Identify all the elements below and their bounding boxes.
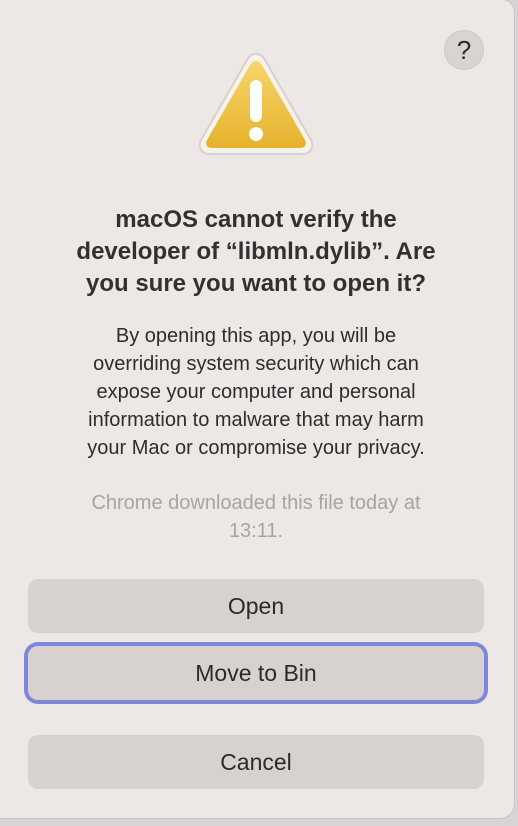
open-button[interactable]: Open (28, 579, 484, 633)
security-alert-dialog: ? macOS cannot verify the developer of “… (0, 0, 514, 818)
move-to-bin-button[interactable]: Move to Bin (28, 646, 484, 700)
warning-triangle-icon (198, 52, 314, 155)
question-mark-icon: ? (456, 34, 472, 65)
dialog-title: macOS cannot verify the developer of “li… (76, 206, 436, 297)
download-note: Chrome downloaded this file today at 13:… (91, 492, 421, 542)
help-button[interactable]: ? (444, 30, 484, 70)
dialog-message: By opening this app, you will be overrid… (87, 325, 425, 459)
cancel-button[interactable]: Cancel (28, 735, 484, 789)
